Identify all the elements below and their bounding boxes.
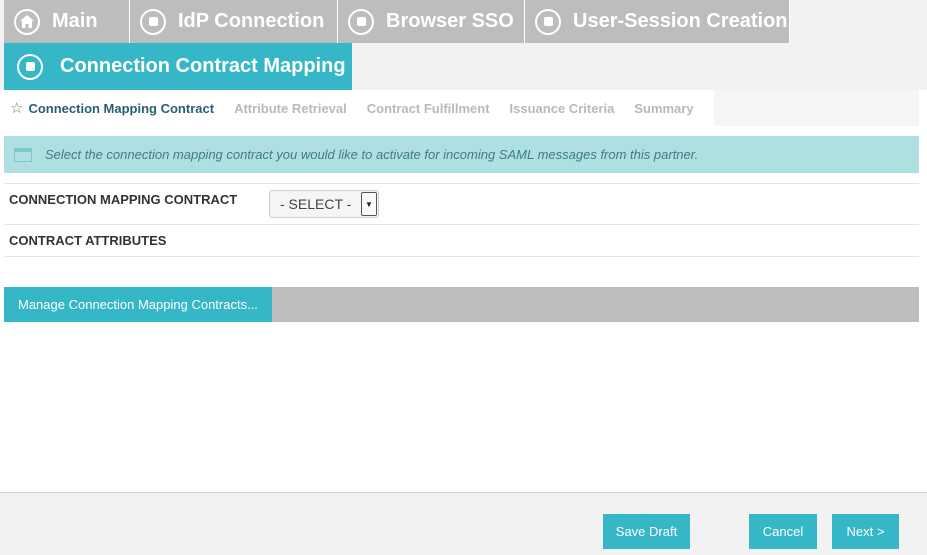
breadcrumb-idp-connection[interactable]: IdP Connection (130, 0, 338, 43)
select-value: - SELECT - (280, 196, 352, 212)
wizard-tabs: ☆ Connection Mapping Contract Attribute … (4, 90, 919, 126)
home-icon (14, 8, 40, 35)
tab-summary[interactable]: Summary (634, 101, 693, 116)
save-draft-button[interactable]: Save Draft (603, 514, 690, 549)
divider (4, 183, 919, 184)
stop-circle-icon (17, 53, 43, 80)
stop-circle-icon (535, 8, 561, 35)
breadcrumb-main[interactable]: Main (4, 0, 130, 43)
stop-circle-icon (348, 8, 374, 35)
page-title: Connection Contract Mapping (60, 55, 346, 77)
breadcrumb: Main IdP Connection Browser SSO User-Ses… (0, 0, 927, 90)
chevron-down-icon[interactable]: ▼ (361, 192, 377, 216)
mapping-contract-label: CONNECTION MAPPING CONTRACT (9, 192, 238, 207)
footer: Save Draft Cancel Next > (0, 492, 927, 555)
contract-attributes-label: CONTRACT ATTRIBUTES (9, 233, 167, 248)
star-icon: ☆ (10, 100, 24, 117)
breadcrumb-session-label: User-Session Creation (573, 10, 788, 32)
breadcrumb-browser-sso[interactable]: Browser SSO (338, 0, 525, 43)
tab-contract-fulfillment[interactable]: Contract Fulfillment (367, 101, 490, 116)
tab-connection-mapping-contract[interactable]: ☆ Connection Mapping Contract (10, 99, 214, 117)
info-message-bar: Select the connection mapping contract y… (4, 136, 919, 173)
tab-issuance-criteria[interactable]: Issuance Criteria (510, 101, 615, 116)
breadcrumb-user-session-creation[interactable]: User-Session Creation (525, 0, 790, 43)
mapping-contract-select[interactable]: - SELECT - ▼ (269, 190, 379, 218)
breadcrumb-idp-label: IdP Connection (178, 10, 325, 32)
tab-attribute-retrieval[interactable]: Attribute Retrieval (234, 101, 347, 116)
divider (4, 256, 919, 257)
breadcrumb-main-label: Main (52, 10, 98, 32)
breadcrumb-browser-label: Browser SSO (386, 10, 514, 32)
tab-label: Connection Mapping Contract (28, 100, 215, 116)
document-icon (14, 147, 32, 162)
cancel-button[interactable]: Cancel (749, 514, 817, 549)
page: Main IdP Connection Browser SSO User-Ses… (0, 0, 927, 555)
info-message-text: Select the connection mapping contract y… (45, 147, 699, 162)
manage-contracts-button[interactable]: Manage Connection Mapping Contracts... (4, 287, 272, 322)
stop-circle-icon (140, 8, 166, 35)
breadcrumb-current: Connection Contract Mapping (4, 43, 352, 90)
next-button[interactable]: Next > (832, 514, 899, 549)
manage-bar: Manage Connection Mapping Contracts... (4, 287, 919, 322)
divider (4, 224, 919, 225)
